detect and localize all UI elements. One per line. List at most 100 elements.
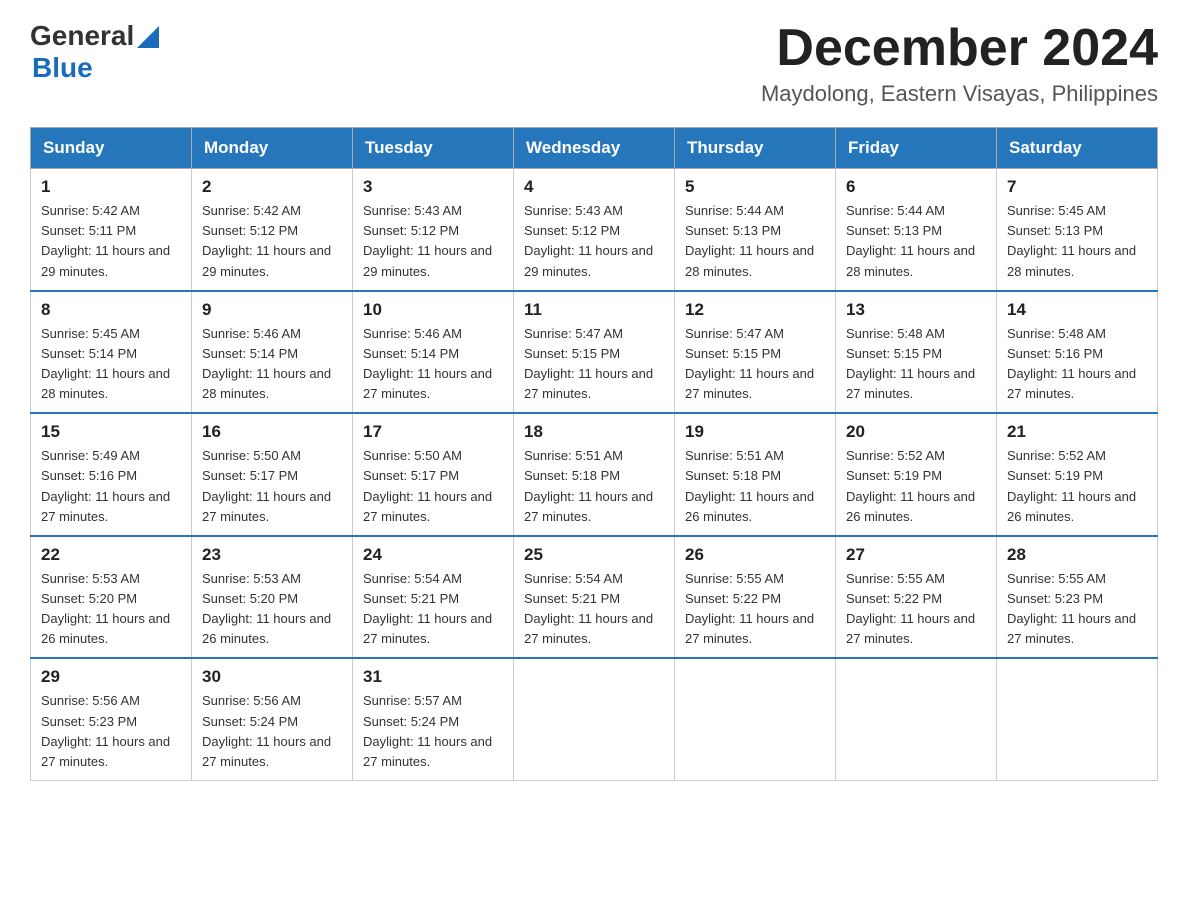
- day-info: Sunrise: 5:48 AMSunset: 5:15 PMDaylight:…: [846, 324, 986, 405]
- calendar-cell: 9Sunrise: 5:46 AMSunset: 5:14 PMDaylight…: [192, 291, 353, 414]
- weekday-header-wednesday: Wednesday: [514, 128, 675, 169]
- calendar-cell: 22 Sunrise: 5:53 AMSunset: 5:20 PMDayligh…: [31, 536, 192, 659]
- calendar-cell: 15Sunrise: 5:49 AMSunset: 5:16 PMDayligh…: [31, 413, 192, 536]
- calendar-cell: 11 Sunrise: 5:47 AMSunset: 5:15 PMDayligh…: [514, 291, 675, 414]
- calendar-cell: [675, 658, 836, 780]
- day-number: 31: [363, 667, 503, 687]
- day-info: Sunrise: 5:53 AMSunset: 5:20 PMDaylight:…: [41, 569, 181, 650]
- day-number: 4: [524, 177, 664, 197]
- weekday-header-monday: Monday: [192, 128, 353, 169]
- calendar-cell: 14Sunrise: 5:48 AMSunset: 5:16 PMDayligh…: [997, 291, 1158, 414]
- day-info: Sunrise: 5:44 AMSunset: 5:13 PMDaylight:…: [846, 201, 986, 282]
- day-info: Sunrise: 5:50 AMSunset: 5:17 PMDaylight:…: [363, 446, 503, 527]
- day-number: 29: [41, 667, 181, 687]
- day-number: 19: [685, 422, 825, 442]
- day-number: 20: [846, 422, 986, 442]
- weekday-header-saturday: Saturday: [997, 128, 1158, 169]
- day-info: Sunrise: 5:54 AMSunset: 5:21 PMDaylight:…: [524, 569, 664, 650]
- day-info: Sunrise: 5:47 AMSunset: 5:15 PMDaylight:…: [685, 324, 825, 405]
- calendar-cell: 13 Sunrise: 5:48 AMSunset: 5:15 PMDayligh…: [836, 291, 997, 414]
- day-number: 21: [1007, 422, 1147, 442]
- calendar-cell: 8Sunrise: 5:45 AMSunset: 5:14 PMDaylight…: [31, 291, 192, 414]
- day-info: Sunrise: 5:43 AMSunset: 5:12 PMDaylight:…: [524, 201, 664, 282]
- day-number: 10: [363, 300, 503, 320]
- page-header: General Blue December 2024 Maydolong, Ea…: [30, 20, 1158, 107]
- calendar-cell: 16 Sunrise: 5:50 AMSunset: 5:17 PMDayligh…: [192, 413, 353, 536]
- day-info: Sunrise: 5:55 AMSunset: 5:22 PMDaylight:…: [846, 569, 986, 650]
- title-section: December 2024 Maydolong, Eastern Visayas…: [761, 20, 1158, 107]
- day-number: 15: [41, 422, 181, 442]
- logo: General Blue: [30, 20, 159, 84]
- calendar-week-row: 1Sunrise: 5:42 AMSunset: 5:11 PMDaylight…: [31, 169, 1158, 291]
- day-number: 24: [363, 545, 503, 565]
- day-info: Sunrise: 5:50 AMSunset: 5:17 PMDaylight:…: [202, 446, 342, 527]
- day-number: 22: [41, 545, 181, 565]
- day-info: Sunrise: 5:43 AMSunset: 5:12 PMDaylight:…: [363, 201, 503, 282]
- day-info: Sunrise: 5:45 AMSunset: 5:13 PMDaylight:…: [1007, 201, 1147, 282]
- calendar-cell: 17Sunrise: 5:50 AMSunset: 5:17 PMDayligh…: [353, 413, 514, 536]
- calendar-week-row: 8Sunrise: 5:45 AMSunset: 5:14 PMDaylight…: [31, 291, 1158, 414]
- calendar-cell: 31 Sunrise: 5:57 AMSunset: 5:24 PMDayligh…: [353, 658, 514, 780]
- calendar-cell: 30 Sunrise: 5:56 AMSunset: 5:24 PMDayligh…: [192, 658, 353, 780]
- calendar-cell: 18Sunrise: 5:51 AMSunset: 5:18 PMDayligh…: [514, 413, 675, 536]
- day-number: 9: [202, 300, 342, 320]
- day-info: Sunrise: 5:56 AMSunset: 5:24 PMDaylight:…: [202, 691, 342, 772]
- calendar-cell: [997, 658, 1158, 780]
- calendar-cell: 3Sunrise: 5:43 AMSunset: 5:12 PMDaylight…: [353, 169, 514, 291]
- calendar-cell: 23Sunrise: 5:53 AMSunset: 5:20 PMDayligh…: [192, 536, 353, 659]
- day-info: Sunrise: 5:46 AMSunset: 5:14 PMDaylight:…: [363, 324, 503, 405]
- calendar-cell: 7 Sunrise: 5:45 AMSunset: 5:13 PMDaylight…: [997, 169, 1158, 291]
- day-number: 28: [1007, 545, 1147, 565]
- calendar-cell: 29Sunrise: 5:56 AMSunset: 5:23 PMDayligh…: [31, 658, 192, 780]
- calendar-table: SundayMondayTuesdayWednesdayThursdayFrid…: [30, 127, 1158, 781]
- day-number: 2: [202, 177, 342, 197]
- weekday-header-row: SundayMondayTuesdayWednesdayThursdayFrid…: [31, 128, 1158, 169]
- calendar-cell: 24 Sunrise: 5:54 AMSunset: 5:21 PMDayligh…: [353, 536, 514, 659]
- calendar-cell: 12Sunrise: 5:47 AMSunset: 5:15 PMDayligh…: [675, 291, 836, 414]
- weekday-header-friday: Friday: [836, 128, 997, 169]
- day-info: Sunrise: 5:47 AMSunset: 5:15 PMDaylight:…: [524, 324, 664, 405]
- day-info: Sunrise: 5:45 AMSunset: 5:14 PMDaylight:…: [41, 324, 181, 405]
- calendar-cell: 2 Sunrise: 5:42 AMSunset: 5:12 PMDaylight…: [192, 169, 353, 291]
- calendar-cell: 25 Sunrise: 5:54 AMSunset: 5:21 PMDayligh…: [514, 536, 675, 659]
- day-number: 16: [202, 422, 342, 442]
- day-number: 6: [846, 177, 986, 197]
- day-number: 7: [1007, 177, 1147, 197]
- calendar-cell: 1Sunrise: 5:42 AMSunset: 5:11 PMDaylight…: [31, 169, 192, 291]
- day-info: Sunrise: 5:55 AMSunset: 5:23 PMDaylight:…: [1007, 569, 1147, 650]
- day-info: Sunrise: 5:51 AMSunset: 5:18 PMDaylight:…: [524, 446, 664, 527]
- calendar-cell: 28 Sunrise: 5:55 AMSunset: 5:23 PMDayligh…: [997, 536, 1158, 659]
- day-number: 13: [846, 300, 986, 320]
- calendar-week-row: 22 Sunrise: 5:53 AMSunset: 5:20 PMDayligh…: [31, 536, 1158, 659]
- day-number: 5: [685, 177, 825, 197]
- day-number: 25: [524, 545, 664, 565]
- day-info: Sunrise: 5:52 AMSunset: 5:19 PMDaylight:…: [1007, 446, 1147, 527]
- calendar-cell: 19 Sunrise: 5:51 AMSunset: 5:18 PMDayligh…: [675, 413, 836, 536]
- day-number: 14: [1007, 300, 1147, 320]
- logo-triangle-icon: [137, 26, 159, 48]
- day-number: 30: [202, 667, 342, 687]
- calendar-week-row: 15Sunrise: 5:49 AMSunset: 5:16 PMDayligh…: [31, 413, 1158, 536]
- calendar-cell: [514, 658, 675, 780]
- calendar-cell: 10 Sunrise: 5:46 AMSunset: 5:14 PMDayligh…: [353, 291, 514, 414]
- day-info: Sunrise: 5:52 AMSunset: 5:19 PMDaylight:…: [846, 446, 986, 527]
- day-info: Sunrise: 5:53 AMSunset: 5:20 PMDaylight:…: [202, 569, 342, 650]
- day-info: Sunrise: 5:54 AMSunset: 5:21 PMDaylight:…: [363, 569, 503, 650]
- calendar-week-row: 29Sunrise: 5:56 AMSunset: 5:23 PMDayligh…: [31, 658, 1158, 780]
- day-number: 11: [524, 300, 664, 320]
- day-info: Sunrise: 5:55 AMSunset: 5:22 PMDaylight:…: [685, 569, 825, 650]
- weekday-header-tuesday: Tuesday: [353, 128, 514, 169]
- day-info: Sunrise: 5:51 AMSunset: 5:18 PMDaylight:…: [685, 446, 825, 527]
- calendar-cell: 26 Sunrise: 5:55 AMSunset: 5:22 PMDayligh…: [675, 536, 836, 659]
- weekday-header-thursday: Thursday: [675, 128, 836, 169]
- calendar-cell: 5Sunrise: 5:44 AMSunset: 5:13 PMDaylight…: [675, 169, 836, 291]
- day-info: Sunrise: 5:42 AMSunset: 5:11 PMDaylight:…: [41, 201, 181, 282]
- day-info: Sunrise: 5:57 AMSunset: 5:24 PMDaylight:…: [363, 691, 503, 772]
- calendar-cell: 27 Sunrise: 5:55 AMSunset: 5:22 PMDayligh…: [836, 536, 997, 659]
- calendar-cell: 20 Sunrise: 5:52 AMSunset: 5:19 PMDayligh…: [836, 413, 997, 536]
- calendar-cell: 4 Sunrise: 5:43 AMSunset: 5:12 PMDaylight…: [514, 169, 675, 291]
- location-title: Maydolong, Eastern Visayas, Philippines: [761, 81, 1158, 107]
- day-info: Sunrise: 5:42 AMSunset: 5:12 PMDaylight:…: [202, 201, 342, 282]
- day-number: 26: [685, 545, 825, 565]
- day-number: 27: [846, 545, 986, 565]
